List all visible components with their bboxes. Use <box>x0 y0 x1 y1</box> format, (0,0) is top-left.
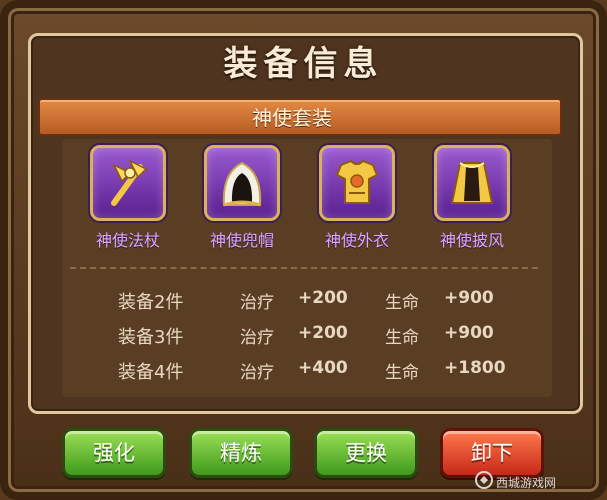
item-label: 神使披风 <box>439 231 504 250</box>
divider <box>70 267 538 269</box>
item-label: 神使兜帽 <box>209 231 274 250</box>
watermark: 西城游戏网 <box>496 476 557 490</box>
stat-name: 治疗 <box>240 328 274 348</box>
item-label: 神使法杖 <box>95 231 160 250</box>
stat-name: 治疗 <box>240 293 274 313</box>
equipment-item-hood[interactable]: 神使兜帽 <box>187 145 297 251</box>
stat-name: 生命 <box>385 293 419 313</box>
pieces-label: 装备4件 <box>118 362 184 383</box>
item-label: 神使外衣 <box>324 231 389 250</box>
hood-icon[interactable] <box>204 145 280 221</box>
stat-name: 生命 <box>385 363 419 383</box>
set-name: 神使套装 <box>252 106 332 130</box>
stat-name: 生命 <box>385 328 419 348</box>
pieces-label: 装备3件 <box>118 327 184 348</box>
stat-value: +200 <box>298 323 348 343</box>
armor-icon[interactable] <box>319 145 395 221</box>
watermark-logo-icon <box>475 471 493 489</box>
pieces-label: 装备2件 <box>118 292 184 313</box>
replace-button[interactable]: 更换 <box>314 428 418 478</box>
dialog-title: 装备信息 <box>223 44 384 84</box>
set-ribbon: 神使套装 <box>30 96 581 136</box>
equipment-item-staff[interactable]: 神使法杖 <box>73 145 183 251</box>
stat-value: +900 <box>444 288 494 308</box>
equipment-item-cloak[interactable]: 神使披风 <box>417 145 527 251</box>
stat-value: +900 <box>444 323 494 343</box>
refine-button[interactable]: 精炼 <box>189 428 293 478</box>
stat-value: +1800 <box>444 358 506 378</box>
set-bonus-row: 装备4件 治疗 +400 生命 +1800 <box>0 358 607 384</box>
cloak-icon[interactable] <box>434 145 510 221</box>
set-bonus-row: 装备3件 治疗 +200 生命 +900 <box>0 323 607 349</box>
staff-icon[interactable] <box>90 145 166 221</box>
equipment-item-armor[interactable]: 神使外衣 <box>302 145 412 251</box>
enhance-button[interactable]: 强化 <box>62 428 166 478</box>
set-bonus-row: 装备2件 治疗 +200 生命 +900 <box>0 288 607 314</box>
stat-name: 治疗 <box>240 363 274 383</box>
stat-value: +200 <box>298 288 348 308</box>
stat-value: +400 <box>298 358 348 378</box>
